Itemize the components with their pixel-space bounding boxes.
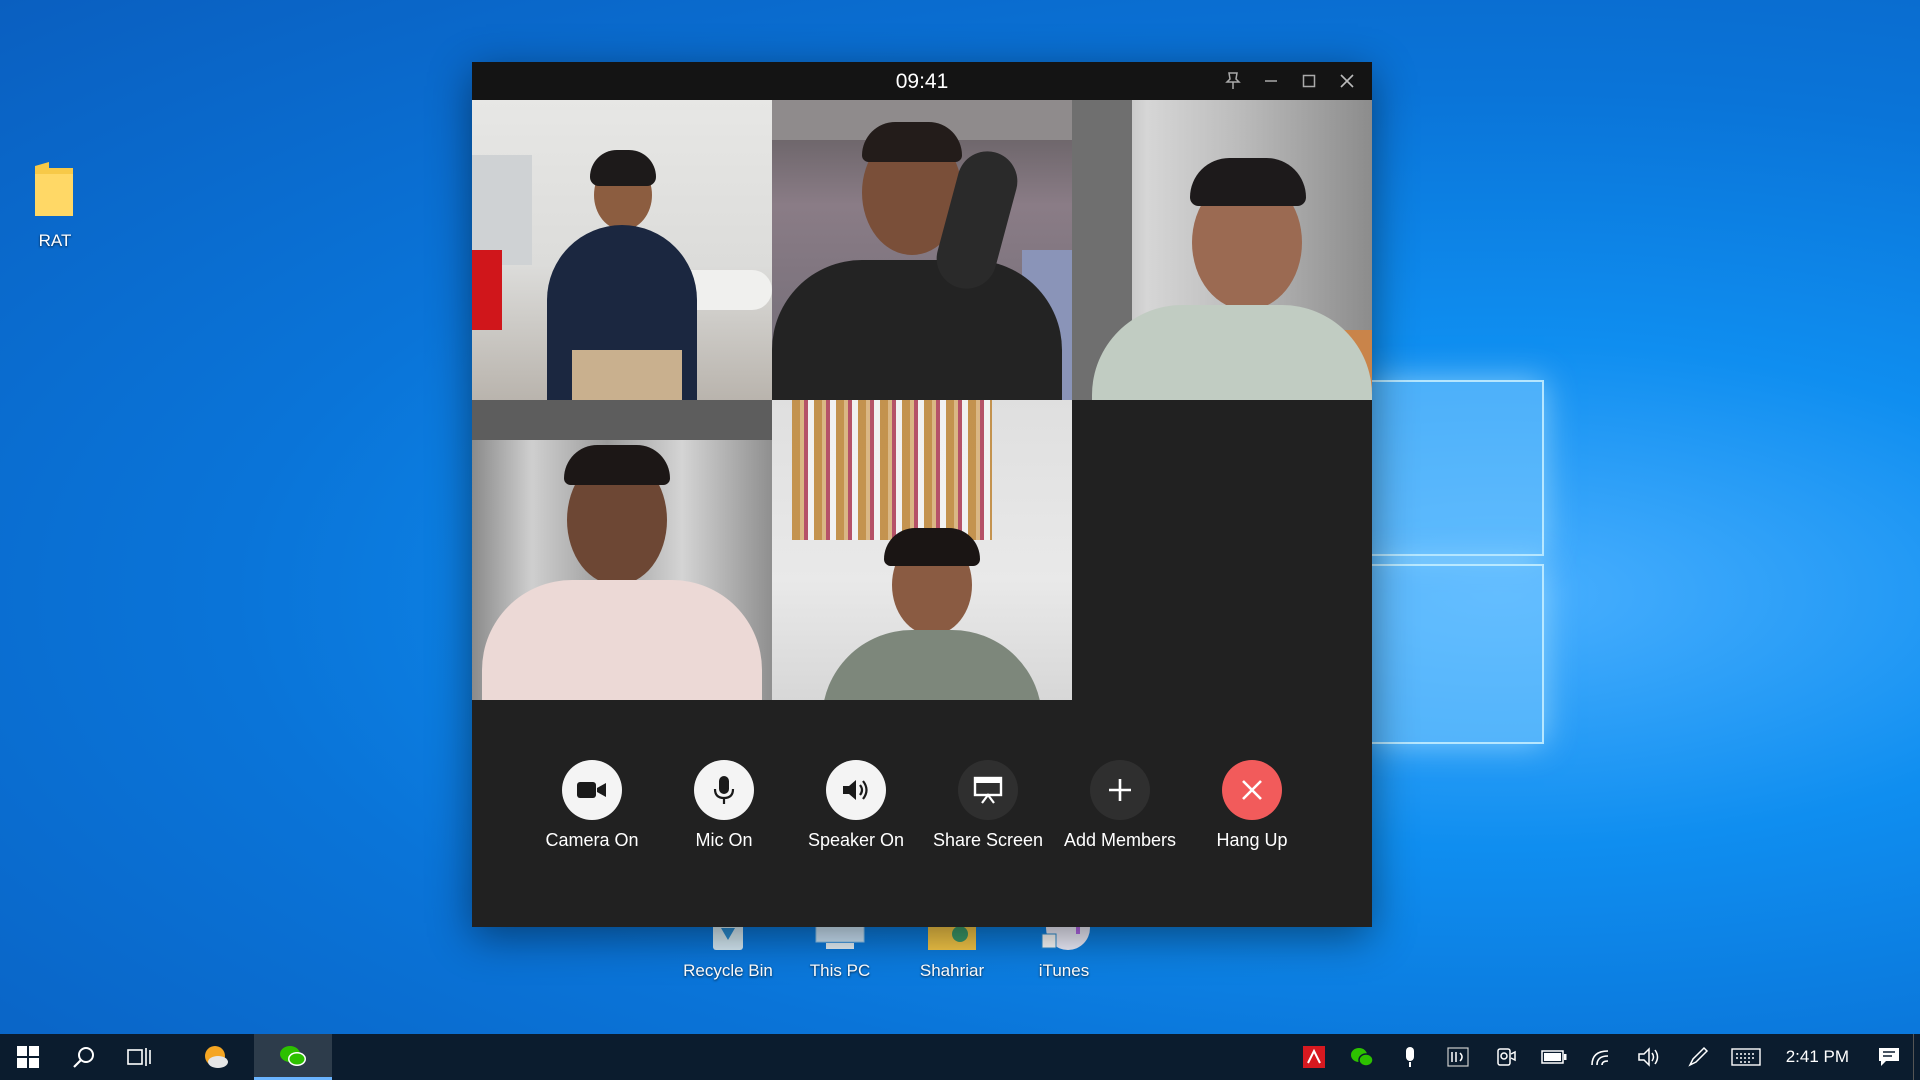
hang-up-icon	[1242, 780, 1262, 800]
microphone-tray-icon[interactable]	[1386, 1034, 1434, 1080]
speaker-icon	[843, 780, 868, 800]
call-controls: Camera On Mic On Speaker On Share Screen…	[472, 760, 1372, 851]
search-icon	[73, 1047, 94, 1068]
taskbar: 2:41 PM	[0, 1034, 1920, 1080]
camera-button[interactable]: Camera On	[526, 760, 658, 851]
folder-icon	[10, 160, 100, 225]
mic-button[interactable]: Mic On	[658, 760, 790, 851]
taskbar-clock[interactable]: 2:41 PM	[1770, 1047, 1865, 1067]
share-screen-button-label: Share Screen	[932, 830, 1044, 850]
maximize-icon[interactable]	[1290, 62, 1328, 100]
participant-video-2[interactable]	[772, 100, 1072, 400]
desktop-icon-label: Recycle Bin	[683, 961, 773, 980]
video-call-window: 09:41 Camera On Mic On Speaker On Share …	[472, 62, 1372, 927]
camera-button-label: Camera On	[545, 830, 639, 850]
hang-up-button[interactable]: Hang Up	[1186, 760, 1318, 851]
microphone-icon	[713, 776, 735, 804]
pen-icon[interactable]	[1674, 1034, 1722, 1080]
battery-icon[interactable]	[1530, 1034, 1578, 1080]
amd-icon[interactable]	[1290, 1034, 1338, 1080]
add-members-button[interactable]: Add Members	[1054, 760, 1186, 851]
mic-button-label: Mic On	[695, 830, 753, 850]
video-grid	[472, 100, 1372, 700]
weather-icon	[205, 1046, 228, 1068]
participant-video-3[interactable]	[1072, 100, 1372, 400]
camera-tray-icon[interactable]	[1482, 1034, 1530, 1080]
windows-wallpaper-logo	[1370, 380, 1544, 744]
plus-icon	[1109, 779, 1131, 801]
add-members-button-label: Add Members	[1063, 830, 1177, 850]
keyboard-icon[interactable]	[1722, 1034, 1770, 1080]
volume-icon[interactable]	[1626, 1034, 1674, 1080]
task-view-button[interactable]	[112, 1034, 168, 1080]
close-icon[interactable]	[1328, 62, 1366, 100]
wechat-icon	[280, 1045, 306, 1066]
speaker-button[interactable]: Speaker On	[790, 760, 922, 851]
start-button[interactable]	[0, 1034, 56, 1080]
wechat-tray-icon[interactable]	[1338, 1034, 1386, 1080]
pin-icon[interactable]	[1214, 62, 1252, 100]
desktop-icon-label: This PC	[809, 961, 871, 980]
speaker-button-label: Speaker On	[807, 830, 905, 850]
participant-video-1[interactable]	[472, 100, 772, 400]
desktop-icon-shahriar[interactable]: Shahriar	[907, 920, 997, 981]
hang-up-button-label: Hang Up	[1216, 830, 1288, 850]
wifi-icon[interactable]	[1578, 1034, 1626, 1080]
taskbar-wechat-app[interactable]	[254, 1034, 332, 1080]
desktop-icon-label: iTunes	[1038, 961, 1090, 980]
camera-icon	[577, 782, 606, 798]
search-button[interactable]	[56, 1034, 112, 1080]
desktop-icon-rat[interactable]: RAT	[10, 160, 100, 251]
system-tray: 2:41 PM	[1290, 1034, 1920, 1080]
task-view-icon	[127, 1048, 151, 1066]
desktop-icon-this-pc[interactable]: This PC	[795, 919, 885, 981]
screen-share-icon	[973, 776, 1003, 804]
minimize-icon[interactable]	[1252, 62, 1290, 100]
call-titlebar[interactable]: 09:41	[472, 62, 1372, 100]
participant-video-5[interactable]	[772, 400, 1072, 700]
notification-icon[interactable]	[1865, 1034, 1913, 1080]
taskbar-weather-app[interactable]	[188, 1034, 244, 1080]
share-screen-button[interactable]: Share Screen	[922, 760, 1054, 851]
desktop-icon-recycle-bin[interactable]: Recycle Bin	[683, 920, 773, 981]
desktop-icon-itunes[interactable]: iTunes	[1019, 906, 1109, 981]
show-desktop-button[interactable]	[1913, 1034, 1920, 1080]
language-tray-icon[interactable]	[1434, 1034, 1482, 1080]
desktop-icon-label: Shahriar	[919, 961, 985, 980]
participant-video-4[interactable]	[472, 400, 772, 700]
windows-start-icon	[17, 1046, 39, 1068]
desktop-icon-label: RAT	[38, 231, 72, 250]
